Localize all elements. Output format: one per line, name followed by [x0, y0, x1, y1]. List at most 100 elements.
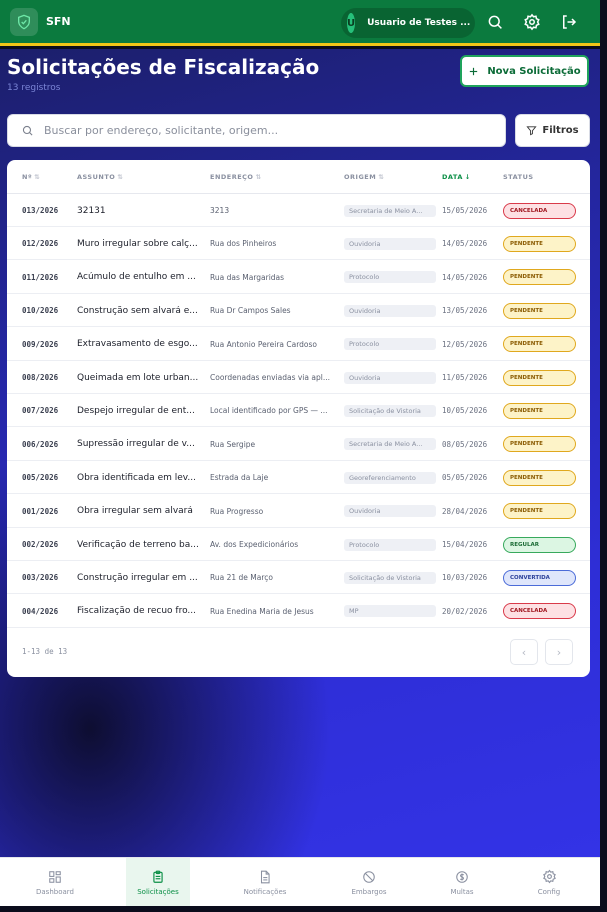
table-row[interactable]: 006/2026 Supressão irregular de v... Rua S…	[7, 428, 590, 461]
table-row[interactable]: 010/2026 Construção sem alvará e... Rua Dr…	[7, 294, 590, 328]
request-subject: Construção irregular em ...	[77, 572, 198, 583]
request-status: REGULAR	[503, 528, 576, 561]
nav-label: Solicitações	[137, 887, 179, 896]
status-badge: PENDENTE	[503, 235, 576, 252]
table-row[interactable]: 013/2026 32131 3213 Secretaria de Meio A...…	[7, 194, 590, 227]
table-row[interactable]: 001/2026 Obra irregular sem alvará Rua Pro…	[7, 495, 590, 528]
request-status: CANCELADA	[503, 194, 576, 227]
filters-button[interactable]: Filtros	[515, 114, 590, 147]
request-date: 14/05/2026	[442, 239, 488, 249]
request-date: 13/05/2026	[442, 306, 488, 316]
table-row[interactable]: 003/2026 Construção irregular em ... Rua 2…	[7, 561, 590, 595]
shield-icon[interactable]	[10, 7, 38, 36]
new-request-label: Nova Solicitação	[487, 65, 581, 77]
table-row[interactable]: 004/2026 Fiscalização de recuo fro... Rua …	[7, 595, 590, 628]
request-origin: Ouvidoria	[344, 294, 436, 327]
column-header-status: STATUS	[503, 173, 534, 181]
origin-badge: Protocolo	[344, 338, 436, 351]
user-name: Usuario de Testes ...	[367, 18, 471, 28]
record-count: 13 registros	[7, 83, 61, 93]
request-address: Av. dos Expedicionários	[210, 540, 299, 549]
status-badge: CANCELADA	[503, 603, 576, 620]
request-status: PENDENTE	[503, 461, 576, 494]
request-address: Local identificado por GPS — ...	[210, 406, 328, 416]
table-row[interactable]: 012/2026 Muro irregular sobre calç... Rua …	[7, 227, 590, 261]
nav-item-requests[interactable]: Solicitações	[126, 858, 190, 907]
table-row[interactable]: 009/2026 Extravasamento de esgo... Rua Ant…	[7, 328, 590, 361]
avatar: U	[347, 13, 356, 33]
nav-item-dashboard[interactable]: Dashboard	[23, 858, 87, 907]
table-row[interactable]: 008/2026 Queimada em lote urban... Coorden…	[7, 361, 590, 394]
request-number: 004/2026	[22, 606, 59, 616]
request-status: CANCELADA	[503, 595, 576, 628]
new-request-button[interactable]: Nova Solicitação	[460, 55, 589, 87]
request-date: 12/05/2026	[442, 339, 488, 349]
table-row[interactable]: 005/2026 Obra identificada em lev... Estra…	[7, 461, 590, 495]
chevron-right-icon: ›	[556, 645, 562, 659]
previous-page-button[interactable]: ‹	[510, 639, 538, 665]
origin-badge: Protocolo	[344, 271, 436, 284]
filters-label: Filtros	[542, 125, 579, 136]
filter-icon	[526, 126, 537, 136]
table-row[interactable]: 002/2026 Verificação de terreno ba... Av. …	[7, 528, 590, 561]
search-bar[interactable]	[7, 114, 506, 147]
request-subject: Supressão irregular de v...	[77, 439, 195, 450]
table-row[interactable]: 011/2026 Acúmulo de entulho em ... Rua das…	[7, 261, 590, 294]
search-input[interactable]	[44, 124, 484, 137]
request-subject: Obra irregular sem alvará	[77, 506, 193, 517]
request-date: 11/05/2026	[442, 373, 488, 382]
request-origin: Protocolo	[344, 328, 436, 361]
window-edge	[600, 0, 607, 912]
request-address: Rua Sergipe	[210, 439, 256, 449]
request-number: 011/2026	[22, 272, 59, 282]
column-header-origin[interactable]: ORIGEM ⇅	[344, 173, 384, 181]
column-header-date[interactable]: DATA ↓	[442, 173, 471, 181]
gear-icon[interactable]	[523, 13, 541, 31]
column-header-subject[interactable]: ASSUNTO ⇅	[77, 173, 123, 181]
status-badge: PENDENTE	[503, 469, 576, 486]
logout-icon[interactable]	[560, 13, 578, 31]
request-number: 012/2026	[22, 239, 59, 249]
nav-item-embargos[interactable]: Embargos	[337, 858, 401, 907]
origin-badge: Ouvidoria	[344, 237, 436, 250]
search-icon[interactable]	[486, 13, 504, 31]
page-title: Solicitações de Fiscalização	[7, 55, 320, 79]
nav-item-config[interactable]: Config	[517, 858, 581, 907]
request-address: Estrada da Laje	[210, 473, 269, 483]
origin-badge: Secretaria de Meio A...	[344, 438, 436, 451]
request-number: 005/2026	[22, 473, 59, 483]
bottom-navigation: Dashboard Solicitações Notificações Emba…	[0, 857, 600, 907]
origin-badge: Georeferenciamento	[344, 471, 436, 484]
nav-item-notifications[interactable]: Notificações	[233, 858, 297, 907]
request-subject: Extravasamento de esgo...	[77, 339, 198, 350]
next-page-button[interactable]: ›	[545, 639, 573, 665]
request-number: 001/2026	[22, 506, 59, 516]
origin-badge: Protocolo	[344, 538, 436, 551]
request-status: PENDENTE	[503, 328, 576, 361]
status-badge: PENDENTE	[503, 269, 576, 286]
request-origin: Secretaria de Meio A...	[344, 194, 436, 227]
request-address: Rua das Margaridas	[210, 272, 285, 282]
status-badge: PENDENTE	[503, 302, 576, 319]
document-icon	[260, 870, 270, 883]
column-header-address[interactable]: ENDEREÇO ⇅	[210, 173, 261, 181]
request-subject: Muro irregular sobre calç...	[77, 238, 198, 249]
request-subject: Acúmulo de entulho em ...	[77, 272, 196, 283]
table-row[interactable]: 007/2026 Despejo irregular de ent... Local…	[7, 394, 590, 428]
status-badge: PENDENTE	[503, 369, 576, 386]
request-date: 05/05/2026	[442, 473, 488, 483]
request-status: PENDENTE	[503, 227, 576, 260]
column-header-number[interactable]: Nº ⇅	[22, 173, 40, 181]
status-badge: PENDENTE	[503, 503, 576, 520]
app-name: SFN	[46, 15, 71, 28]
request-date: 28/04/2026	[442, 506, 488, 516]
request-origin: Georeferenciamento	[344, 461, 436, 494]
status-badge: PENDENTE	[503, 402, 576, 419]
user-menu[interactable]: U Usuario de Testes ...	[341, 8, 475, 38]
nav-item-fines[interactable]: Multas	[430, 858, 494, 907]
table-header: Nº ⇅ ASSUNTO ⇅ ENDEREÇO ⇅ ORIGEM ⇅ DATA ↓ STA…	[7, 160, 590, 194]
request-origin: MP	[344, 595, 436, 628]
nav-label: Config	[537, 888, 561, 896]
nav-label: Notificações	[243, 887, 287, 896]
window-edge	[0, 906, 607, 912]
